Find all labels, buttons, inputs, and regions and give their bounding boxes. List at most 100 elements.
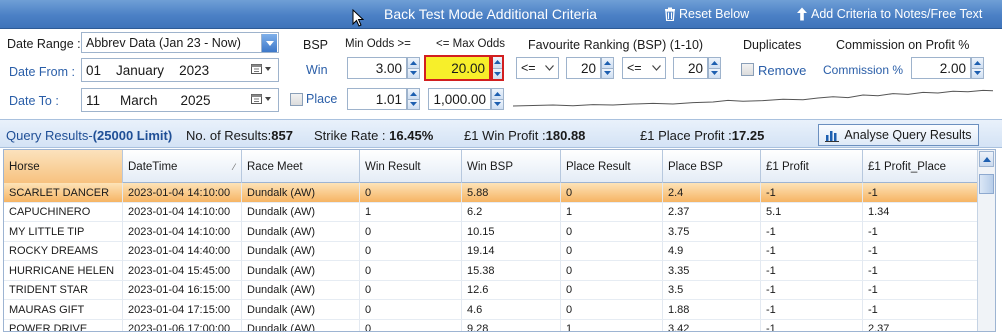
- spin-up-icon[interactable]: [602, 58, 613, 68]
- cell-place-bsp: 2.4: [663, 183, 761, 202]
- remove-duplicates-checkbox[interactable]: [741, 63, 754, 76]
- win-label: Win: [306, 63, 328, 77]
- spin-down-icon[interactable]: [408, 98, 419, 109]
- cell-win-profit: -1: [761, 261, 863, 280]
- cell-win-bsp: 4.6: [462, 300, 561, 319]
- cell-race-meet: Dundalk (AW): [242, 183, 360, 202]
- sort-icon: ⁄: [233, 162, 235, 172]
- date-to-day: 11: [86, 92, 101, 108]
- spin-up-icon[interactable]: [972, 58, 983, 68]
- reset-below-button[interactable]: Reset Below: [664, 7, 749, 21]
- spin-up-icon[interactable]: [492, 89, 503, 99]
- date-range-dropdown-button[interactable]: [261, 34, 277, 52]
- favourite-operator-1-select[interactable]: <=: [516, 57, 559, 79]
- table-row[interactable]: CAPUCHINERO 2023-01-04 14:10:00 Dundalk …: [4, 202, 978, 222]
- win-max-odds-spinner[interactable]: [491, 55, 504, 81]
- scroll-up-arrow-icon[interactable]: [979, 151, 994, 167]
- place-max-odds-spinner[interactable]: [491, 88, 504, 110]
- cell-race-meet: Dundalk (AW): [242, 280, 360, 300]
- place-profit: £1 Place Profit :17.25: [640, 128, 765, 143]
- cell-win-result: 1: [360, 202, 462, 222]
- win-profit-value: 180.88: [545, 128, 586, 143]
- calendar-dropdown-icon[interactable]: [251, 94, 275, 106]
- chevron-down-icon: [652, 65, 661, 71]
- spin-down-icon[interactable]: [408, 67, 419, 78]
- favourite-rank-2-spinner[interactable]: [708, 57, 721, 79]
- date-from-picker[interactable]: 01 January 2023: [81, 58, 279, 82]
- remove-duplicates-label: Remove: [758, 63, 807, 78]
- duplicates-label: Duplicates: [743, 38, 802, 52]
- place-min-odds-input[interactable]: 1.01: [347, 88, 407, 110]
- cell-win-bsp: 9.28: [462, 319, 561, 331]
- win-max-odds-input[interactable]: 20.00: [424, 55, 491, 81]
- column-header-win-profit[interactable]: £1 Profit: [761, 150, 863, 183]
- column-header-datetime[interactable]: DateTime ⁄: [123, 150, 242, 183]
- favourite-operator-1-value: <=: [521, 61, 536, 75]
- favourite-rank-2-value: 20: [687, 60, 703, 76]
- win-profit: £1 Win Profit :180.88: [464, 128, 586, 143]
- win-min-odds-input[interactable]: 3.00: [347, 57, 407, 79]
- calendar-dropdown-icon[interactable]: [251, 64, 275, 76]
- spin-up-icon[interactable]: [493, 57, 502, 68]
- cell-race-meet: Dundalk (AW): [242, 241, 360, 261]
- query-limit-label: (25000 Limit): [92, 128, 173, 143]
- column-header-race-meet[interactable]: Race Meet: [242, 150, 360, 183]
- place-checkbox[interactable]: [290, 93, 303, 106]
- cell-place-profit: -1: [863, 241, 978, 261]
- column-header-place-bsp[interactable]: Place BSP: [663, 150, 761, 183]
- table-row[interactable]: ROCKY DREAMS 2023-01-04 14:40:00 Dundalk…: [4, 241, 978, 261]
- add-criteria-button[interactable]: Add Criteria to Notes/Free Text: [796, 7, 982, 21]
- date-to-label: Date To :: [9, 94, 59, 108]
- cell-datetime: 2023-01-04 15:45:00: [123, 261, 242, 280]
- cell-win-bsp: 15.38: [462, 261, 561, 280]
- favourite-operator-2-select[interactable]: <=: [622, 57, 666, 79]
- cell-datetime: 2023-01-04 14:10:00: [123, 183, 242, 202]
- favourite-rank-1-spinner[interactable]: [601, 57, 614, 79]
- cell-datetime: 2023-01-04 14:40:00: [123, 241, 242, 261]
- cell-win-bsp: 10.15: [462, 222, 561, 241]
- favourite-rank-1-input[interactable]: 20: [566, 57, 601, 79]
- column-header-win-result[interactable]: Win Result: [360, 150, 462, 183]
- vertical-scrollbar[interactable]: [977, 150, 995, 331]
- grid-body: SCARLET DANCER 2023-01-04 14:10:00 Dunda…: [4, 183, 978, 331]
- spin-up-icon[interactable]: [408, 58, 419, 68]
- date-range-select[interactable]: Abbrev Data (Jan 23 - Now): [81, 32, 279, 53]
- analyse-query-results-button[interactable]: Analyse Query Results: [818, 124, 979, 146]
- cell-place-profit: -1: [863, 280, 978, 300]
- reset-below-label: Reset Below: [679, 7, 750, 21]
- place-min-odds-value: 1.01: [375, 91, 402, 107]
- spin-up-icon[interactable]: [408, 89, 419, 99]
- spin-down-icon[interactable]: [709, 67, 720, 78]
- spin-down-icon[interactable]: [492, 98, 503, 109]
- table-row[interactable]: SCARLET DANCER 2023-01-04 14:10:00 Dunda…: [4, 183, 978, 203]
- date-to-picker[interactable]: 11 March 2025: [81, 88, 279, 112]
- cell-place-bsp: 1.88: [663, 300, 761, 319]
- favourite-rank-2-input[interactable]: 20: [673, 57, 708, 79]
- spin-down-icon[interactable]: [972, 67, 983, 78]
- spin-down-icon[interactable]: [602, 67, 613, 78]
- table-row[interactable]: MY LITTLE TIP 2023-01-04 14:10:00 Dundal…: [4, 222, 978, 242]
- commission-spinner[interactable]: [971, 57, 984, 79]
- column-header-horse[interactable]: Horse: [4, 150, 123, 183]
- cell-place-profit: 2.37: [863, 319, 978, 331]
- spin-up-icon[interactable]: [709, 58, 720, 68]
- table-row[interactable]: MAURAS GIFT 2023-01-04 17:15:00 Dundalk …: [4, 300, 978, 320]
- cell-win-result: 0: [360, 280, 462, 300]
- cell-horse: ROCKY DREAMS: [4, 241, 123, 261]
- column-header-place-profit[interactable]: £1 Profit_Place: [863, 150, 978, 183]
- results-grid[interactable]: Horse DateTime ⁄ Race Meet Win Result Win…: [3, 149, 996, 332]
- place-min-odds-spinner[interactable]: [407, 88, 420, 110]
- table-row[interactable]: HURRICANE HELEN 2023-01-04 15:45:00 Dund…: [4, 261, 978, 281]
- cell-place-bsp: 4.9: [663, 241, 761, 261]
- spin-down-icon[interactable]: [493, 67, 502, 79]
- table-row[interactable]: POWER DRIVE 2023-01-06 17:00:00 Dundalk …: [4, 319, 978, 331]
- column-header-place-result[interactable]: Place Result: [561, 150, 663, 183]
- commission-input[interactable]: 2.00: [911, 57, 971, 79]
- table-row[interactable]: TRIDENT STAR 2023-01-04 16:15:00 Dundalk…: [4, 280, 978, 300]
- scrollbar-thumb[interactable]: [979, 174, 994, 194]
- date-from-label: Date From :: [9, 65, 75, 79]
- column-header-win-bsp[interactable]: Win BSP: [462, 150, 561, 183]
- place-max-odds-input[interactable]: 1,000.00: [428, 88, 491, 110]
- win-max-odds-value: 20.00: [451, 60, 485, 76]
- win-min-odds-spinner[interactable]: [407, 57, 420, 79]
